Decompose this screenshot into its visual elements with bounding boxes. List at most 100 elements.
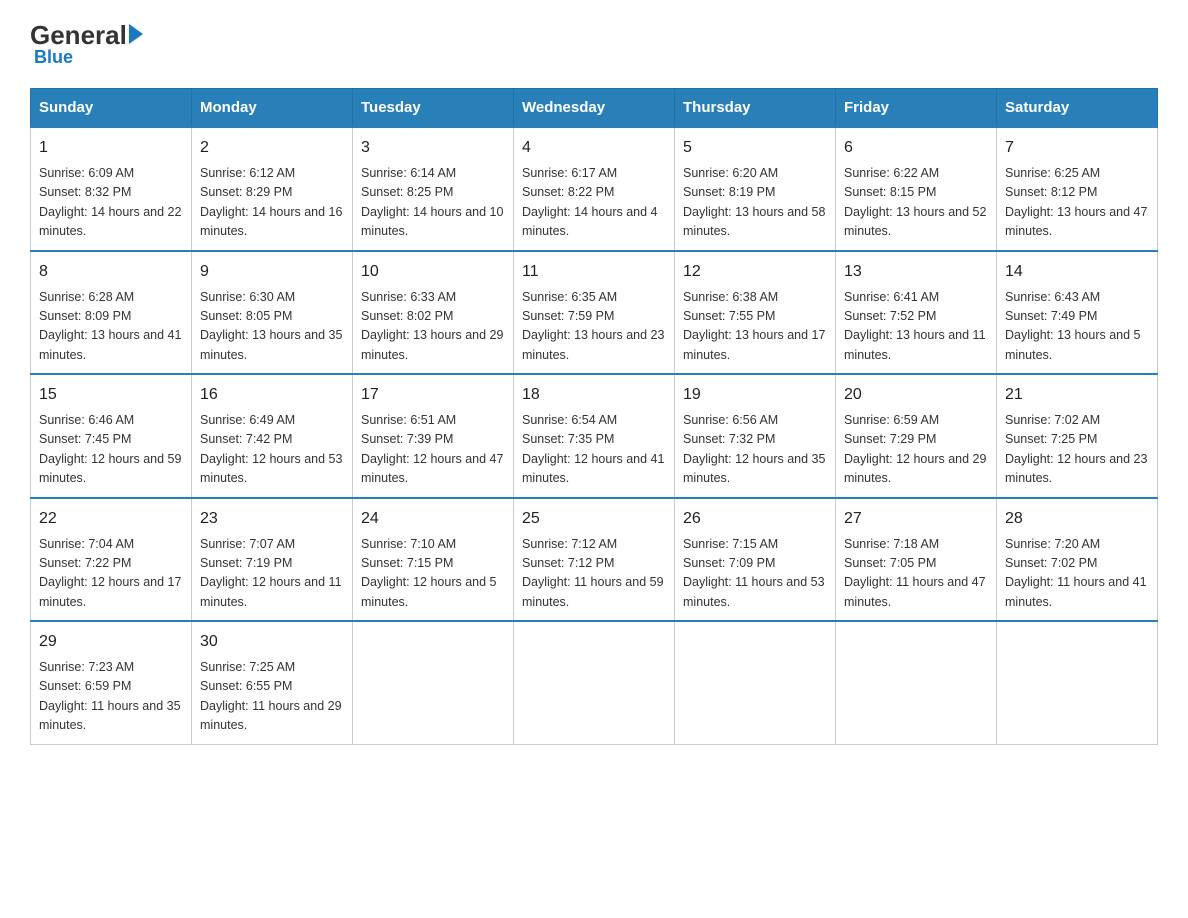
day-info: Sunrise: 6:28 AMSunset: 8:09 PMDaylight:… bbox=[39, 288, 183, 366]
day-number: 30 bbox=[200, 630, 344, 654]
table-row bbox=[675, 621, 836, 744]
col-saturday: Saturday bbox=[997, 89, 1158, 128]
table-row: 7 Sunrise: 6:25 AMSunset: 8:12 PMDaylight… bbox=[997, 127, 1158, 251]
day-info: Sunrise: 7:07 AMSunset: 7:19 PMDaylight:… bbox=[200, 535, 344, 613]
day-info: Sunrise: 7:20 AMSunset: 7:02 PMDaylight:… bbox=[1005, 535, 1149, 613]
day-number: 19 bbox=[683, 383, 827, 407]
calendar-week-row: 15 Sunrise: 6:46 AMSunset: 7:45 PMDayligh… bbox=[31, 374, 1158, 498]
day-number: 3 bbox=[361, 136, 505, 160]
day-number: 21 bbox=[1005, 383, 1149, 407]
table-row: 30 Sunrise: 7:25 AMSunset: 6:55 PMDayligh… bbox=[192, 621, 353, 744]
day-number: 14 bbox=[1005, 260, 1149, 284]
day-info: Sunrise: 7:10 AMSunset: 7:15 PMDaylight:… bbox=[361, 535, 505, 613]
table-row: 28 Sunrise: 7:20 AMSunset: 7:02 PMDayligh… bbox=[997, 498, 1158, 622]
day-number: 9 bbox=[200, 260, 344, 284]
table-row: 1Sunrise: 6:09 AMSunset: 8:32 PMDaylight… bbox=[31, 127, 192, 251]
day-info: Sunrise: 6:59 AMSunset: 7:29 PMDaylight:… bbox=[844, 411, 988, 489]
col-thursday: Thursday bbox=[675, 89, 836, 128]
calendar-week-row: 29 Sunrise: 7:23 AMSunset: 6:59 PMDayligh… bbox=[31, 621, 1158, 744]
table-row: 14 Sunrise: 6:43 AMSunset: 7:49 PMDayligh… bbox=[997, 251, 1158, 375]
logo: General Blue bbox=[30, 20, 143, 68]
day-info: Sunrise: 6:54 AMSunset: 7:35 PMDaylight:… bbox=[522, 411, 666, 489]
day-number: 15 bbox=[39, 383, 183, 407]
day-number: 22 bbox=[39, 507, 183, 531]
table-row: 2 Sunrise: 6:12 AMSunset: 8:29 PMDaylight… bbox=[192, 127, 353, 251]
logo-triangle-icon bbox=[129, 24, 143, 44]
col-friday: Friday bbox=[836, 89, 997, 128]
day-number: 25 bbox=[522, 507, 666, 531]
day-info: Sunrise: 7:25 AMSunset: 6:55 PMDaylight:… bbox=[200, 658, 344, 736]
day-info: Sunrise: 6:33 AMSunset: 8:02 PMDaylight:… bbox=[361, 288, 505, 366]
table-row: 13 Sunrise: 6:41 AMSunset: 7:52 PMDayligh… bbox=[836, 251, 997, 375]
day-info: Sunrise: 6:49 AMSunset: 7:42 PMDaylight:… bbox=[200, 411, 344, 489]
col-wednesday: Wednesday bbox=[514, 89, 675, 128]
table-row: 15 Sunrise: 6:46 AMSunset: 7:45 PMDayligh… bbox=[31, 374, 192, 498]
day-info: Sunrise: 6:22 AMSunset: 8:15 PMDaylight:… bbox=[844, 164, 988, 242]
day-number: 1 bbox=[39, 136, 183, 160]
col-sunday: Sunday bbox=[31, 89, 192, 128]
table-row: 8 Sunrise: 6:28 AMSunset: 8:09 PMDaylight… bbox=[31, 251, 192, 375]
day-info: Sunrise: 6:43 AMSunset: 7:49 PMDaylight:… bbox=[1005, 288, 1149, 366]
table-row bbox=[836, 621, 997, 744]
table-row: 6Sunrise: 6:22 AMSunset: 8:15 PMDaylight… bbox=[836, 127, 997, 251]
day-info: Sunrise: 6:35 AMSunset: 7:59 PMDaylight:… bbox=[522, 288, 666, 366]
table-row: 4 Sunrise: 6:17 AMSunset: 8:22 PMDaylight… bbox=[514, 127, 675, 251]
page-header: General Blue bbox=[30, 20, 1158, 68]
table-row: 24 Sunrise: 7:10 AMSunset: 7:15 PMDayligh… bbox=[353, 498, 514, 622]
day-info: Sunrise: 6:12 AMSunset: 8:29 PMDaylight:… bbox=[200, 164, 344, 242]
table-row bbox=[514, 621, 675, 744]
table-row: 21 Sunrise: 7:02 AMSunset: 7:25 PMDayligh… bbox=[997, 374, 1158, 498]
day-info: Sunrise: 6:20 AMSunset: 8:19 PMDaylight:… bbox=[683, 164, 827, 242]
day-info: Sunrise: 6:14 AMSunset: 8:25 PMDaylight:… bbox=[361, 164, 505, 242]
day-info: Sunrise: 6:25 AMSunset: 8:12 PMDaylight:… bbox=[1005, 164, 1149, 242]
table-row bbox=[353, 621, 514, 744]
day-info: Sunrise: 6:17 AMSunset: 8:22 PMDaylight:… bbox=[522, 164, 666, 242]
table-row: 22 Sunrise: 7:04 AMSunset: 7:22 PMDayligh… bbox=[31, 498, 192, 622]
day-number: 23 bbox=[200, 507, 344, 531]
day-info: Sunrise: 6:41 AMSunset: 7:52 PMDaylight:… bbox=[844, 288, 988, 366]
calendar-header-row: Sunday Monday Tuesday Wednesday Thursday… bbox=[31, 89, 1158, 128]
table-row: 18 Sunrise: 6:54 AMSunset: 7:35 PMDayligh… bbox=[514, 374, 675, 498]
day-info: Sunrise: 6:56 AMSunset: 7:32 PMDaylight:… bbox=[683, 411, 827, 489]
day-number: 10 bbox=[361, 260, 505, 284]
table-row: 3 Sunrise: 6:14 AMSunset: 8:25 PMDaylight… bbox=[353, 127, 514, 251]
table-row: 5Sunrise: 6:20 AMSunset: 8:19 PMDaylight… bbox=[675, 127, 836, 251]
table-row: 26 Sunrise: 7:15 AMSunset: 7:09 PMDayligh… bbox=[675, 498, 836, 622]
day-info: Sunrise: 7:23 AMSunset: 6:59 PMDaylight:… bbox=[39, 658, 183, 736]
day-number: 26 bbox=[683, 507, 827, 531]
day-number: 12 bbox=[683, 260, 827, 284]
day-number: 2 bbox=[200, 136, 344, 160]
logo-blue: Blue bbox=[34, 47, 73, 68]
table-row: 10 Sunrise: 6:33 AMSunset: 8:02 PMDayligh… bbox=[353, 251, 514, 375]
calendar-week-row: 1Sunrise: 6:09 AMSunset: 8:32 PMDaylight… bbox=[31, 127, 1158, 251]
day-number: 29 bbox=[39, 630, 183, 654]
day-number: 20 bbox=[844, 383, 988, 407]
day-number: 27 bbox=[844, 507, 988, 531]
day-number: 18 bbox=[522, 383, 666, 407]
calendar-week-row: 22 Sunrise: 7:04 AMSunset: 7:22 PMDayligh… bbox=[31, 498, 1158, 622]
day-number: 13 bbox=[844, 260, 988, 284]
calendar-week-row: 8 Sunrise: 6:28 AMSunset: 8:09 PMDaylight… bbox=[31, 251, 1158, 375]
table-row: 9 Sunrise: 6:30 AMSunset: 8:05 PMDaylight… bbox=[192, 251, 353, 375]
calendar-table: Sunday Monday Tuesday Wednesday Thursday… bbox=[30, 88, 1158, 745]
table-row bbox=[997, 621, 1158, 744]
table-row: 19 Sunrise: 6:56 AMSunset: 7:32 PMDayligh… bbox=[675, 374, 836, 498]
table-row: 20 Sunrise: 6:59 AMSunset: 7:29 PMDayligh… bbox=[836, 374, 997, 498]
day-info: Sunrise: 7:15 AMSunset: 7:09 PMDaylight:… bbox=[683, 535, 827, 613]
day-info: Sunrise: 7:18 AMSunset: 7:05 PMDaylight:… bbox=[844, 535, 988, 613]
day-info: Sunrise: 6:30 AMSunset: 8:05 PMDaylight:… bbox=[200, 288, 344, 366]
day-info: Sunrise: 6:46 AMSunset: 7:45 PMDaylight:… bbox=[39, 411, 183, 489]
table-row: 29 Sunrise: 7:23 AMSunset: 6:59 PMDayligh… bbox=[31, 621, 192, 744]
day-info: Sunrise: 6:51 AMSunset: 7:39 PMDaylight:… bbox=[361, 411, 505, 489]
day-number: 24 bbox=[361, 507, 505, 531]
day-info: Sunrise: 6:38 AMSunset: 7:55 PMDaylight:… bbox=[683, 288, 827, 366]
table-row: 23 Sunrise: 7:07 AMSunset: 7:19 PMDayligh… bbox=[192, 498, 353, 622]
day-number: 8 bbox=[39, 260, 183, 284]
day-number: 4 bbox=[522, 136, 666, 160]
table-row: 12 Sunrise: 6:38 AMSunset: 7:55 PMDayligh… bbox=[675, 251, 836, 375]
day-number: 28 bbox=[1005, 507, 1149, 531]
day-number: 16 bbox=[200, 383, 344, 407]
day-info: Sunrise: 7:04 AMSunset: 7:22 PMDaylight:… bbox=[39, 535, 183, 613]
day-number: 7 bbox=[1005, 136, 1149, 160]
day-info: Sunrise: 7:02 AMSunset: 7:25 PMDaylight:… bbox=[1005, 411, 1149, 489]
